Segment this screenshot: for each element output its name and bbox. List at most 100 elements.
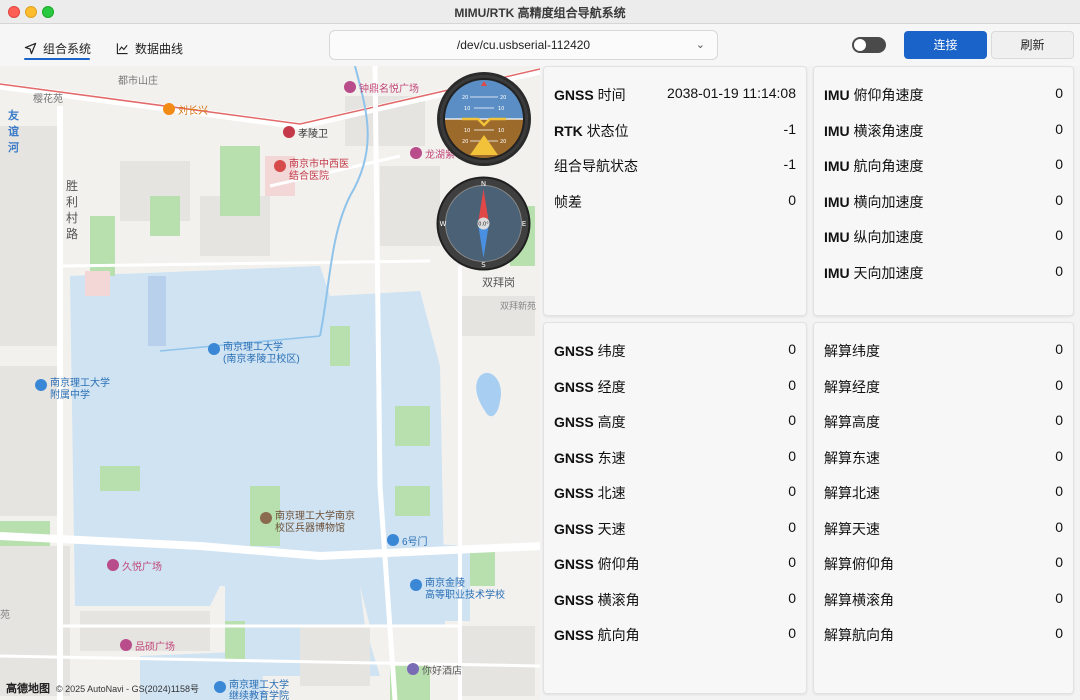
poi-jiuyue-plaza[interactable]: 久悦广场 <box>107 558 162 573</box>
refresh-button[interactable]: 刷新 <box>991 31 1074 59</box>
tab-label: 数据曲线 <box>135 41 184 56</box>
pitch-scale-label: 20 <box>462 139 468 145</box>
shop-icon <box>120 639 132 651</box>
serial-port-select[interactable]: /dev/cu.usbserial-112420 ⌄ <box>329 30 718 60</box>
poi-njust-continuing-education[interactable]: 南京理工大学 继续教育学院 <box>214 680 289 700</box>
pitch-scale-label: 20 <box>500 139 506 145</box>
window-title: MIMU/RTK 高精度组合导航系统 <box>454 6 626 20</box>
data-row-value: 0 <box>1055 120 1063 137</box>
data-row-label: IMU 横滚角速度 <box>824 121 924 141</box>
data-row-label-prefix: GNSS <box>554 87 594 103</box>
pitch-scale-label: 20 <box>500 95 506 101</box>
school-icon <box>35 379 47 391</box>
data-row-label-prefix: IMU <box>824 229 850 245</box>
poi-xiaolingwei[interactable]: 孝陵卫 <box>283 125 328 140</box>
poi-liuchangxing[interactable]: 刘长兴 <box>163 102 208 117</box>
tab-integrated-system[interactable]: 组合系统 <box>24 36 91 60</box>
map-view[interactable]: 钟鼎名悦广场 都市山庄 樱花苑 友谊河 刘长兴 孝陵卫 龙湖紫 南京市中西医 结合… <box>0 66 540 700</box>
data-row: 组合导航状态 -1 <box>554 156 796 176</box>
gate-icon <box>387 534 399 546</box>
tab-label: 组合系统 <box>43 41 92 56</box>
data-row-label: GNSS 北速 <box>554 483 626 503</box>
data-row-value: -1 <box>783 156 796 172</box>
data-row-label-text: 纵向加速度 <box>849 229 924 245</box>
data-row: GNSS 天速 0 <box>554 519 796 539</box>
data-row: GNSS 北速 0 <box>554 483 796 503</box>
school-icon <box>214 681 226 693</box>
data-row-label: GNSS 时间 <box>554 85 626 105</box>
data-row-value: 0 <box>788 412 796 428</box>
data-row-label: GNSS 东速 <box>554 448 626 468</box>
data-row-label-text: 航向角 <box>593 627 640 643</box>
data-row-value: 0 <box>1055 412 1063 428</box>
data-row-value: 0 <box>788 625 796 641</box>
poi-pinshuo-plaza[interactable]: 品硕广场 <box>120 638 175 653</box>
poi-jinling-school[interactable]: 南京金陵 高等职业技术学校 <box>410 578 505 602</box>
pitch-scale-label: 20 <box>462 95 468 101</box>
map-label-dushishanzhuang: 都市山庄 <box>118 76 158 87</box>
imu-panel: IMU 俯仰角速度 0 IMU 横滚角速度 0 IMU 航向角速度 0 IMU 横向加速度 0… <box>813 66 1074 316</box>
data-row-value: 2038-01-19 11:14:08 <box>667 85 796 101</box>
data-row: GNSS 经度 0 <box>554 377 796 397</box>
data-row-label-prefix: GNSS <box>554 485 594 501</box>
data-row-value: 0 <box>788 589 796 606</box>
data-row: 解算北速 0 <box>824 483 1063 503</box>
data-row-label: GNSS 横滚角 <box>554 590 640 610</box>
data-row-label: GNSS 航向角 <box>554 625 640 645</box>
data-row: 帧差 0 <box>554 192 796 212</box>
data-row: IMU 纵向加速度 0 <box>824 227 1063 247</box>
data-row-label-text: 横滚角速度 <box>849 122 924 139</box>
toolbar: 组合系统 数据曲线 /dev/cu.usbserial-112420 ⌄ 连接 … <box>0 24 1080 66</box>
attitude-indicator: 20 20 10 10 10 10 20 20 <box>437 72 531 166</box>
data-row-value: 0 <box>1055 625 1063 641</box>
data-row-label-text: 横滚角 <box>593 591 640 608</box>
tab-data-curves[interactable]: 数据曲线 <box>116 36 183 60</box>
data-row-label-prefix: GNSS <box>554 627 594 643</box>
poi-nihao-hotel[interactable]: 你好酒店 <box>407 662 462 677</box>
data-row-label-prefix: GNSS <box>554 449 594 466</box>
attitude-indicator-icon: 20 20 10 10 10 10 20 20 <box>440 75 528 163</box>
connection-toggle[interactable] <box>852 37 886 53</box>
data-row-label-prefix: IMU <box>824 122 850 139</box>
data-row-value: 0 <box>1055 191 1063 208</box>
school-icon <box>410 579 422 591</box>
data-row-value: 0 <box>1055 554 1063 570</box>
data-row-label-prefix: GNSS <box>554 343 594 359</box>
data-row-value: 0 <box>1055 262 1063 279</box>
data-row-value: -1 <box>783 120 796 137</box>
data-row-label-text: 解算天速 <box>824 520 880 537</box>
toggle-knob <box>854 39 866 51</box>
data-row: 解算高度 0 <box>824 412 1063 432</box>
data-row-label: GNSS 纬度 <box>554 341 626 361</box>
connect-button[interactable]: 连接 <box>904 31 987 59</box>
data-row-label-prefix: GNSS <box>554 556 594 572</box>
data-row: 解算横滚角 0 <box>824 590 1063 610</box>
poi-njust[interactable]: 南京理工大学 (南京孝陵卫校区) <box>208 342 300 366</box>
poi-weapons-museum[interactable]: 南京理工大学南京 校区兵器博物馆 <box>260 511 355 535</box>
data-row-label: IMU 横向加速度 <box>824 192 924 212</box>
data-row: IMU 天向加速度 0 <box>824 263 1063 283</box>
pitch-scale-label: 10 <box>498 106 504 112</box>
data-row-label-prefix: IMU <box>824 264 850 281</box>
data-row: 解算航向角 0 <box>824 625 1063 645</box>
poi-gate-6[interactable]: 6号门 <box>387 533 428 548</box>
compass-s-label: S <box>481 261 486 269</box>
poi-hospital[interactable]: 南京市中西医 结合医院 <box>274 159 349 183</box>
data-row-value: 0 <box>1055 341 1063 357</box>
school-icon <box>208 343 220 355</box>
data-row: 解算经度 0 <box>824 377 1063 397</box>
data-row-label: IMU 航向角速度 <box>824 156 924 176</box>
data-row-value: 0 <box>788 518 796 535</box>
poi-njust-affiliated-school[interactable]: 南京理工大学 附属中学 <box>35 378 110 402</box>
data-row-label: GNSS 俯仰角 <box>554 554 640 574</box>
data-row-label: 解算横滚角 <box>824 590 894 610</box>
poi-zhongding-plaza[interactable]: 钟鼎名悦广场 <box>344 80 419 95</box>
data-row-label-text: 纬度 <box>593 343 626 359</box>
title-bar: MIMU/RTK 高精度组合导航系统 <box>0 0 1080 24</box>
data-row: 解算纬度 0 <box>824 341 1063 361</box>
compass-icon: N S E W 0.0° <box>436 176 531 271</box>
map-attribution: 高德地图 © 2025 AutoNavi - GS(2024)1158号 <box>6 680 199 696</box>
pitch-scale-label: 10 <box>498 128 504 134</box>
line-chart-icon <box>116 42 128 54</box>
active-tab-indicator <box>24 58 90 60</box>
